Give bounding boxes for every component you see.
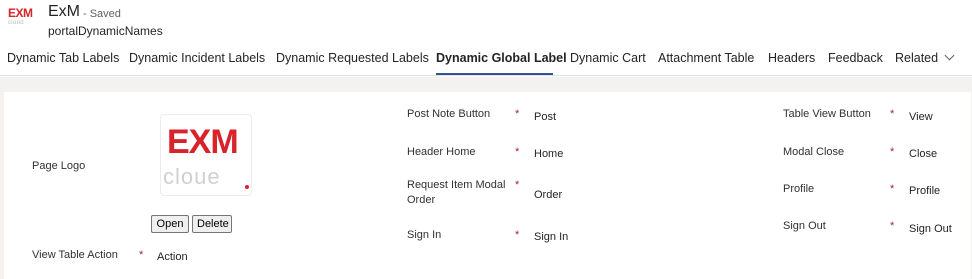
tab-dynamic-requested-labels[interactable]: Dynamic Requested Labels [276, 51, 429, 65]
request-item-modal-order-label: Request Item Modal Order [407, 178, 505, 208]
delete-button[interactable]: Delete [192, 215, 232, 233]
page-logo-dot [245, 185, 249, 189]
header-home-label: Header Home [407, 146, 476, 158]
required-marker: * [139, 249, 144, 261]
chevron-down-icon [944, 50, 955, 61]
active-tab-indicator [436, 73, 553, 75]
record-subtitle: portalDynamicNames [48, 24, 163, 38]
view-table-action-label: View Table Action [32, 249, 118, 261]
post-note-button-label: Post Note Button [407, 108, 491, 120]
table-view-button-label: Table View Button [783, 108, 871, 120]
page-logo-image: EXM cloue [160, 114, 252, 196]
profile-value[interactable]: Profile [909, 185, 940, 197]
app-header: EXM cloud ExM - Saved portalDynamicNames [0, 0, 972, 42]
page-logo-image-subtext: cloue [163, 164, 221, 189]
app-logo: EXM cloud [8, 7, 38, 33]
tab-dynamic-cart[interactable]: Dynamic Cart [570, 51, 646, 65]
tab-attachment-table[interactable]: Attachment Table [658, 51, 754, 65]
required-marker: * [515, 108, 520, 120]
header-home-value[interactable]: Home [534, 148, 563, 160]
request-item-modal-order-label-line2: Order [407, 194, 436, 206]
view-table-action-value[interactable]: Action [157, 251, 188, 263]
modal-close-value[interactable]: Close [909, 148, 937, 160]
open-button[interactable]: Open [151, 215, 189, 233]
modal-close-label: Modal Close [783, 146, 845, 158]
request-item-modal-order-value[interactable]: Order [534, 189, 562, 201]
page-logo-image-text: EXM [167, 123, 239, 161]
page-logo-label: Page Logo [32, 160, 86, 172]
tab-related-label: Related [895, 51, 939, 65]
tab-dynamic-global-label[interactable]: Dynamic Global Label [436, 51, 567, 65]
sign-out-value[interactable]: Sign Out [909, 223, 952, 235]
tab-dynamic-tab-labels[interactable]: Dynamic Tab Labels [7, 51, 119, 65]
tab-headers[interactable]: Headers [768, 51, 815, 65]
required-marker: * [890, 183, 895, 195]
sign-in-label: Sign In [407, 229, 442, 241]
tab-feedback[interactable]: Feedback [828, 51, 883, 65]
required-marker: * [515, 229, 520, 241]
tab-related[interactable]: Related [895, 50, 955, 65]
required-marker: * [515, 179, 520, 191]
sign-out-label: Sign Out [783, 220, 826, 232]
tab-dynamic-incident-labels[interactable]: Dynamic Incident Labels [129, 51, 265, 65]
required-marker: * [515, 146, 520, 158]
app-logo-subtext: cloud [8, 20, 24, 26]
request-item-modal-order-label-line1: Request Item Modal [407, 179, 506, 191]
tab-bar: Dynamic Tab Labels Dynamic Incident Labe… [0, 42, 972, 76]
table-view-button-value[interactable]: View [909, 111, 933, 123]
required-marker: * [890, 220, 895, 232]
required-marker: * [890, 108, 895, 120]
profile-label: Profile [783, 183, 815, 195]
app-logo-text: EXM [8, 6, 33, 20]
record-title: ExM [48, 3, 80, 20]
required-marker: * [890, 146, 895, 158]
post-note-button-value[interactable]: Post [534, 111, 556, 123]
sign-in-value[interactable]: Sign In [534, 231, 568, 243]
save-status: - Saved [83, 8, 121, 20]
